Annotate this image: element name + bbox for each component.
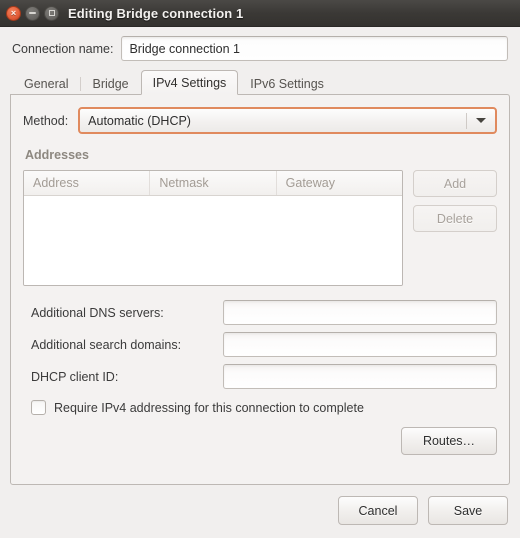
search-domains-label: Additional search domains: — [31, 337, 182, 352]
maximize-icon[interactable] — [44, 5, 59, 21]
connection-name-label: Connection name: — [12, 41, 114, 56]
tab-strip: General Bridge IPv4 Settings IPv6 Settin… — [10, 69, 510, 95]
window-controls: × — [6, 5, 59, 21]
dns-servers-input[interactable] — [223, 300, 497, 325]
dns-servers-row: Additional DNS servers: — [23, 300, 497, 325]
require-ipv4-row[interactable]: Require IPv4 addressing for this connect… — [23, 400, 497, 415]
dhcp-client-id-label: DHCP client ID: — [31, 369, 119, 384]
column-header-gateway[interactable]: Gateway — [277, 171, 402, 195]
routes-button[interactable]: Routes… — [401, 427, 497, 455]
window-title: Editing Bridge connection 1 — [68, 5, 244, 21]
routes-row: Routes… — [23, 427, 497, 455]
tab-ipv4-settings[interactable]: IPv4 Settings — [140, 70, 239, 95]
tab-general[interactable]: General — [12, 72, 80, 94]
addresses-area: Address Netmask Gateway Add Delete — [23, 170, 497, 286]
method-label: Method: — [23, 113, 69, 128]
connection-name-row: Connection name: Bridge connection 1 — [0, 27, 520, 69]
search-domains-row: Additional search domains: — [23, 332, 497, 357]
add-address-button[interactable]: Add — [413, 170, 497, 197]
method-row: Method: Automatic (DHCP) — [23, 107, 497, 134]
minimize-icon[interactable] — [25, 5, 40, 21]
combo-separator — [466, 112, 467, 129]
window-titlebar: × Editing Bridge connection 1 — [0, 0, 520, 27]
require-ipv4-label: Require IPv4 addressing for this connect… — [54, 400, 364, 415]
addresses-heading: Addresses — [25, 148, 89, 162]
connection-name-input[interactable]: Bridge connection 1 — [121, 36, 508, 61]
close-icon[interactable]: × — [6, 5, 21, 21]
delete-address-button[interactable]: Delete — [413, 205, 497, 232]
dns-servers-label: Additional DNS servers: — [31, 305, 164, 320]
method-select[interactable]: Automatic (DHCP) — [78, 107, 497, 134]
cancel-button[interactable]: Cancel — [338, 496, 418, 525]
ipv4-settings-panel: Method: Automatic (DHCP) Addresses Addre… — [10, 94, 510, 485]
tab-ipv6-settings[interactable]: IPv6 Settings — [238, 72, 336, 94]
dns-fields: Additional DNS servers: Additional searc… — [23, 300, 497, 389]
chevron-down-icon — [476, 118, 486, 123]
dhcp-client-id-input[interactable] — [223, 364, 497, 389]
addresses-table[interactable]: Address Netmask Gateway — [23, 170, 403, 286]
search-domains-input[interactable] — [223, 332, 497, 357]
settings-notebook: General Bridge IPv4 Settings IPv6 Settin… — [10, 69, 510, 485]
addresses-buttons: Add Delete — [413, 170, 497, 232]
dialog-action-bar: Cancel Save — [0, 485, 520, 525]
dhcp-client-id-row: DHCP client ID: — [23, 364, 497, 389]
addresses-table-header: Address Netmask Gateway — [24, 171, 402, 196]
save-button[interactable]: Save — [428, 496, 508, 525]
column-header-address[interactable]: Address — [24, 171, 151, 195]
tab-bridge[interactable]: Bridge — [80, 72, 140, 94]
method-selected-value: Automatic (DHCP) — [88, 113, 191, 128]
column-header-netmask[interactable]: Netmask — [150, 171, 277, 195]
addresses-table-body[interactable] — [24, 196, 402, 285]
require-ipv4-checkbox[interactable] — [31, 400, 46, 415]
